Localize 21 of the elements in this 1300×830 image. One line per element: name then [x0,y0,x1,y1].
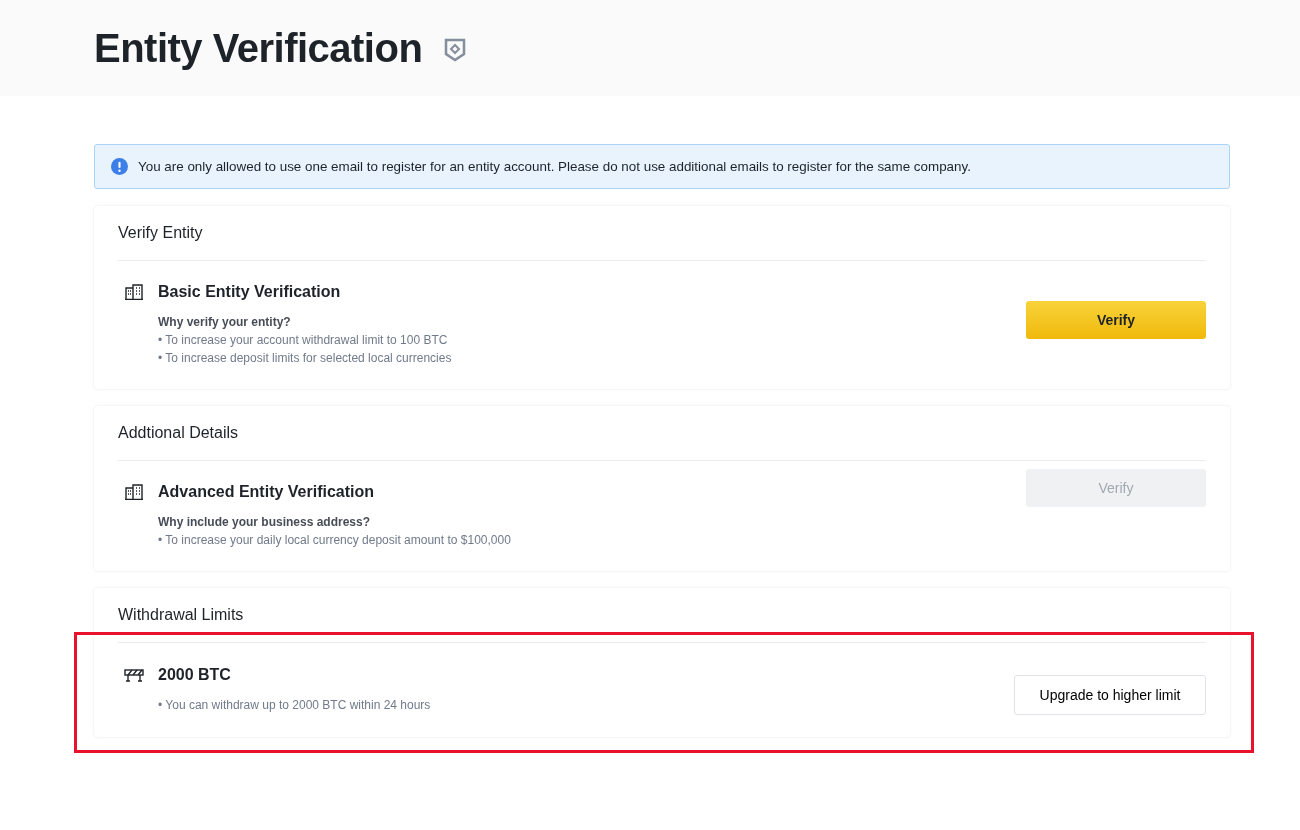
item-title: 2000 BTC [158,666,231,684]
barrier-icon [124,668,144,682]
info-text: You are only allowed to use one email to register for an entity account. Please do not use additional emails to register for the same company. [138,159,971,174]
item-bullet: • To increase your daily local currency deposit amount to $100,000 [158,532,511,549]
item-bullet: • To increase your account withdrawal limit to 100 BTC [158,332,449,349]
section-title: Addtional Details [118,406,1206,461]
item-title: Basic Entity Verification [158,283,341,301]
page-title: Entity Verification [94,25,423,71]
item-question: Why verify your entity? [158,314,292,331]
item-question: Why include your business address? [158,514,372,531]
building-icon [124,484,144,500]
info-icon [111,158,128,175]
verify-button[interactable]: Verify [1026,301,1206,339]
item-bullet: • You can withdraw up to 2000 BTC within 24 hours [158,697,431,714]
item-bullet: • To increase deposit limits for selected local currencies [158,350,452,367]
upgrade-button[interactable]: Upgrade to higher limit [1014,675,1206,715]
shield-icon [444,38,467,62]
item-title: Advanced Entity Verification [158,483,375,501]
section-title: Verify Entity [118,206,1206,261]
building-icon [124,284,144,300]
section-title: Withdrawal Limits [118,588,1206,643]
